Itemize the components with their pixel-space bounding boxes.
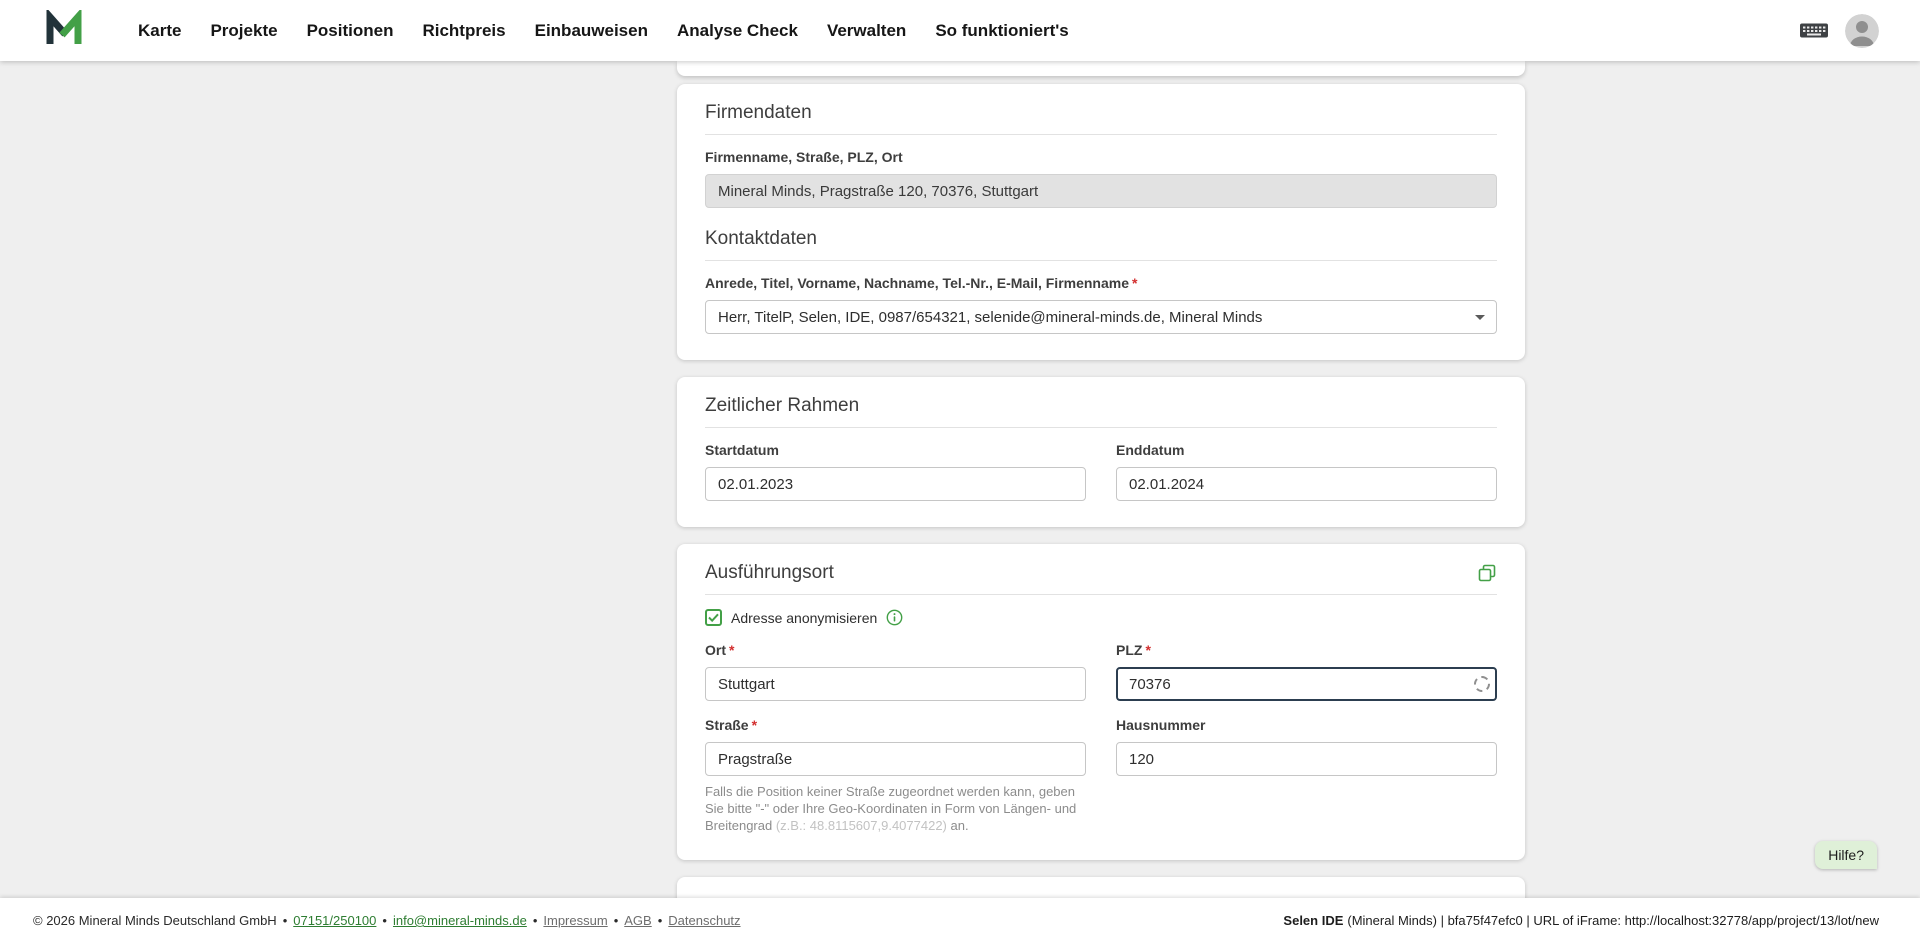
required-marker: * (752, 717, 757, 733)
impressum-link[interactable]: Impressum (543, 913, 607, 928)
strasse-input[interactable] (705, 742, 1086, 776)
copyright-text: © 2026 Mineral Minds Deutschland GmbH (33, 913, 277, 928)
hausnummer-field: Hausnummer (1116, 717, 1497, 776)
ausfuehrungsort-title: Ausführungsort (705, 562, 834, 584)
required-marker: * (1132, 275, 1137, 291)
contact-select[interactable]: Herr, TitelP, Selen, IDE, 0987/654321, s… (705, 300, 1497, 334)
ausfuehrungsort-card: Ausführungsort Adresse anonymisieren (677, 544, 1525, 860)
chevron-down-icon (1475, 315, 1485, 320)
form-content: Firmendaten Firmenname, Straße, PLZ, Ort… (677, 61, 1525, 901)
required-marker: * (729, 642, 734, 658)
startdatum-field: Startdatum (705, 442, 1086, 501)
ort-field: Ort* (705, 642, 1086, 701)
plz-field: PLZ* (1116, 642, 1497, 701)
agb-link[interactable]: AGB (624, 913, 651, 928)
footer-separator: • (533, 913, 538, 928)
nav-item-so-funktionierts[interactable]: So funktioniert's (935, 21, 1068, 41)
startdatum-label: Startdatum (705, 442, 1086, 458)
footer: © 2026 Mineral Minds Deutschland GmbH • … (0, 898, 1920, 943)
hausnummer-input[interactable] (1116, 742, 1497, 776)
datenschutz-link[interactable]: Datenschutz (668, 913, 740, 928)
enddatum-field: Enddatum (1116, 442, 1497, 501)
nav-item-positionen[interactable]: Positionen (307, 21, 394, 41)
zeitlicher-rahmen-card: Zeitlicher Rahmen Startdatum Enddatum (677, 377, 1525, 527)
footer-left: © 2026 Mineral Minds Deutschland GmbH • … (33, 898, 741, 943)
email-link[interactable]: info@mineral-minds.de (393, 913, 527, 928)
contact-select-value: Herr, TitelP, Selen, IDE, 0987/654321, s… (718, 309, 1262, 326)
strasse-field: Straße* Falls die Position keiner Straße… (705, 717, 1086, 834)
enddatum-label: Enddatum (1116, 442, 1497, 458)
footer-debug-info: Selen IDE (Mineral Minds) | bfa75f47efc0… (1283, 898, 1879, 943)
ide-name: Selen IDE (1283, 913, 1343, 928)
footer-separator: • (658, 913, 663, 928)
loading-spinner-icon (1474, 676, 1490, 692)
hausnummer-label: Hausnummer (1116, 717, 1497, 733)
footer-separator: • (382, 913, 387, 928)
main-nav: Karte Projekte Positionen Richtpreis Ein… (138, 0, 1069, 61)
checkmark-icon (708, 613, 719, 622)
ausfuehrungsort-header: Ausführungsort (705, 562, 1497, 595)
footer-separator: • (614, 913, 619, 928)
previous-card-fragment (677, 61, 1525, 76)
strasse-label: Straße* (705, 717, 1086, 733)
ort-label: Ort* (705, 642, 1086, 658)
company-input (705, 174, 1497, 208)
contact-label: Anrede, Titel, Vorname, Nachname, Tel.-N… (705, 275, 1497, 291)
nav-item-richtpreis[interactable]: Richtpreis (422, 21, 505, 41)
kontaktdaten-title: Kontaktdaten (705, 228, 1497, 261)
logo-icon (44, 10, 84, 50)
help-button[interactable]: Hilfe? (1815, 841, 1877, 869)
ide-details: (Mineral Minds) | bfa75f47efc0 | URL of … (1347, 913, 1879, 928)
phone-link[interactable]: 07151/250100 (293, 913, 376, 928)
nav-item-karte[interactable]: Karte (138, 21, 181, 41)
nav-right-actions (1799, 0, 1879, 61)
nav-item-projekte[interactable]: Projekte (210, 21, 277, 41)
plz-input[interactable] (1116, 667, 1497, 701)
nav-item-analyse-check[interactable]: Analyse Check (677, 21, 798, 41)
startdatum-input[interactable] (705, 467, 1086, 501)
top-navbar: Karte Projekte Positionen Richtpreis Ein… (0, 0, 1920, 61)
anonymize-checkbox[interactable] (705, 609, 722, 626)
required-marker: * (1145, 642, 1150, 658)
keyboard-icon[interactable] (1799, 20, 1829, 41)
app-logo[interactable] (44, 10, 84, 50)
zeitlicher-rahmen-title: Zeitlicher Rahmen (705, 395, 1497, 428)
user-avatar[interactable] (1845, 14, 1879, 48)
footer-separator: • (283, 913, 288, 928)
anonymize-label: Adresse anonymisieren (731, 610, 877, 626)
nav-item-verwalten[interactable]: Verwalten (827, 21, 906, 41)
firmendaten-card: Firmendaten Firmenname, Straße, PLZ, Ort… (677, 84, 1525, 360)
info-icon[interactable] (886, 609, 903, 626)
ort-input[interactable] (705, 667, 1086, 701)
strasse-hint: Falls die Position keiner Straße zugeord… (705, 783, 1086, 834)
copy-icon[interactable] (1477, 563, 1497, 583)
company-label: Firmenname, Straße, PLZ, Ort (705, 149, 1497, 165)
avatar-icon (1845, 14, 1879, 48)
plz-label: PLZ* (1116, 642, 1497, 658)
anonymize-row: Adresse anonymisieren (705, 609, 1497, 626)
enddatum-input[interactable] (1116, 467, 1497, 501)
firmendaten-title: Firmendaten (705, 102, 1497, 135)
nav-item-einbauweisen[interactable]: Einbauweisen (535, 21, 648, 41)
